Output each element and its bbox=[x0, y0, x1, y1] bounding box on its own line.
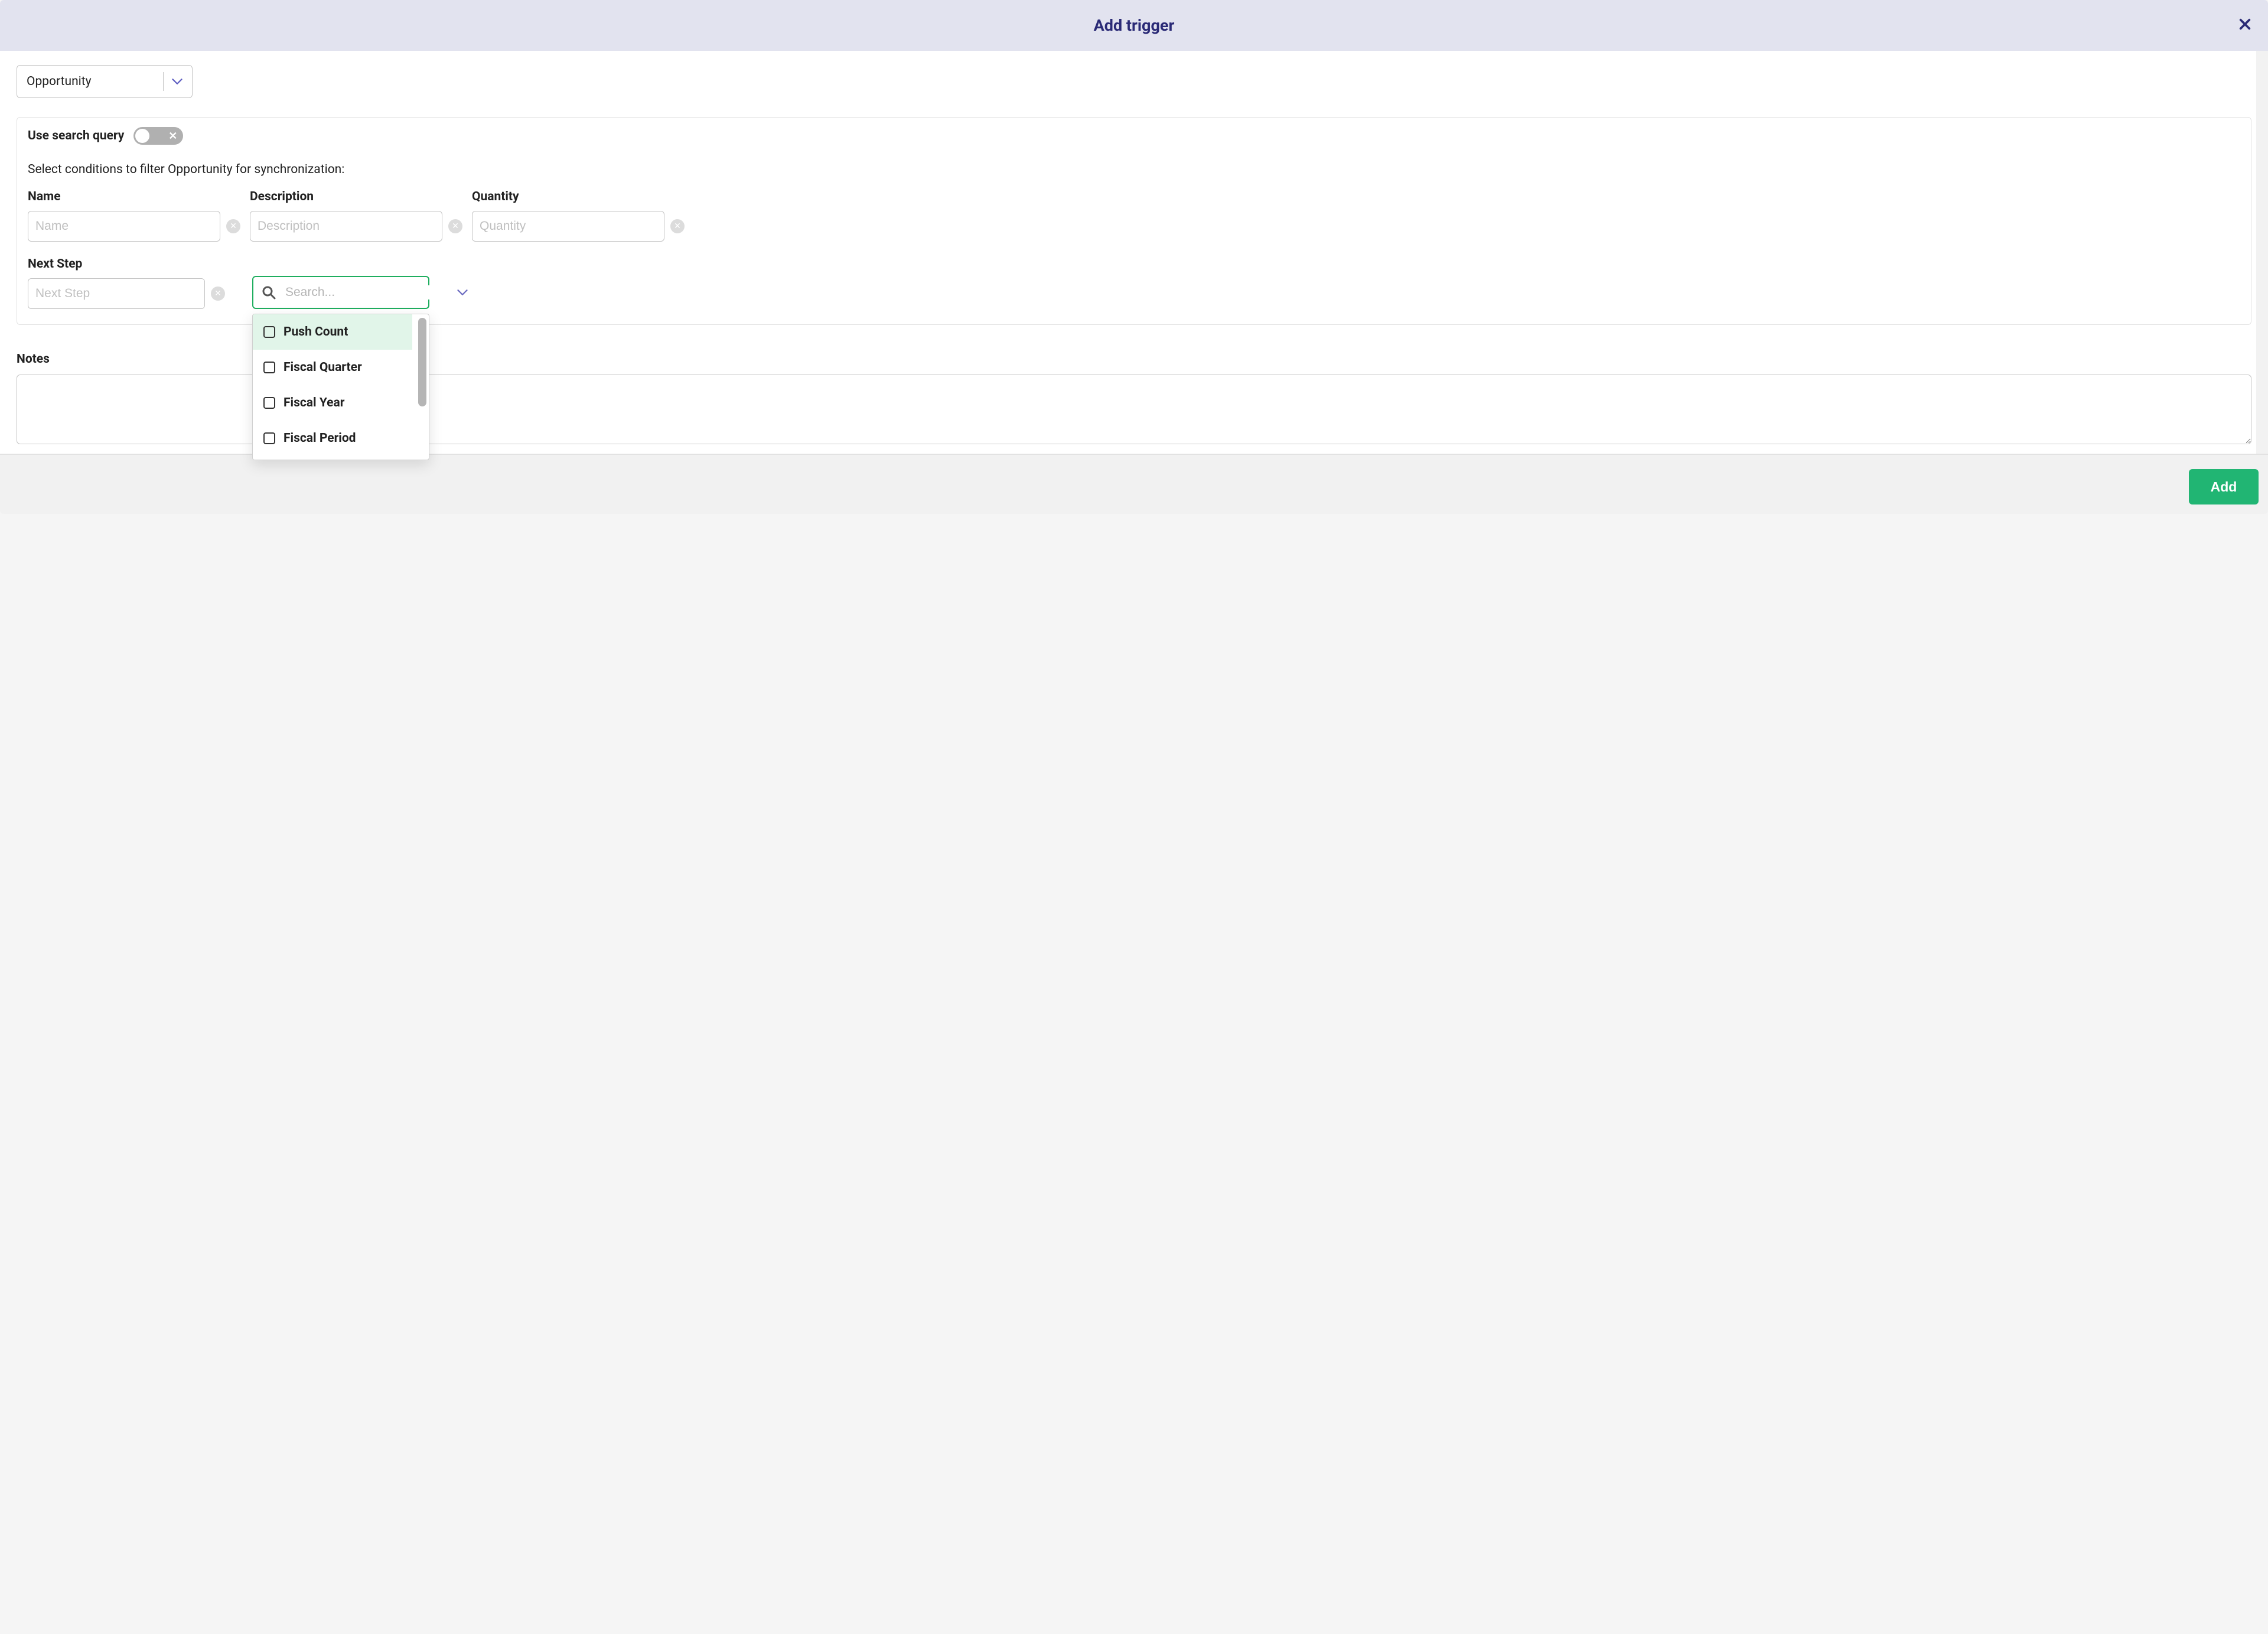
field-search-wrap: Push Count Fiscal Quarter Fiscal Year bbox=[252, 276, 429, 309]
checkbox-icon[interactable] bbox=[263, 397, 275, 409]
body-scrollbar[interactable] bbox=[2256, 51, 2268, 454]
checkbox-icon[interactable] bbox=[263, 326, 275, 338]
toggle-off-icon: ✕ bbox=[168, 130, 177, 142]
field-name: Name ✕ bbox=[28, 190, 240, 242]
dropdown-option[interactable]: Push Count bbox=[253, 314, 412, 350]
field-search-dropdown: Push Count Fiscal Quarter Fiscal Year bbox=[252, 314, 429, 460]
modal-title: Add trigger bbox=[1094, 16, 1175, 35]
add-button[interactable]: Add bbox=[2189, 469, 2259, 504]
clear-name-button[interactable]: ✕ bbox=[226, 219, 240, 233]
field-search-list[interactable]: Push Count Fiscal Quarter Fiscal Year bbox=[253, 314, 429, 460]
checkbox-icon[interactable] bbox=[263, 432, 275, 444]
use-search-toggle[interactable]: ✕ bbox=[133, 127, 183, 145]
close-icon: ✕ bbox=[214, 289, 221, 298]
clear-next-step-button[interactable]: ✕ bbox=[211, 287, 225, 301]
modal-body: Opportunity Use search query ✕ Select co… bbox=[0, 51, 2268, 454]
name-input[interactable] bbox=[28, 211, 220, 242]
field-search-select[interactable] bbox=[252, 276, 429, 309]
close-icon bbox=[2238, 15, 2251, 35]
conditions-instruction: Select conditions to filter Opportunity … bbox=[28, 162, 2240, 177]
field-quantity-label: Quantity bbox=[472, 190, 685, 204]
field-next-step: Next Step ✕ bbox=[28, 257, 225, 309]
object-select[interactable]: Opportunity bbox=[17, 65, 193, 98]
toggle-knob bbox=[135, 129, 149, 143]
next-step-input[interactable] bbox=[28, 278, 205, 309]
dropdown-option-label: Fiscal Period bbox=[284, 431, 356, 445]
fields-grid: Name ✕ Description ✕ bbox=[28, 190, 2240, 242]
object-select-value: Opportunity bbox=[27, 74, 155, 89]
description-input[interactable] bbox=[250, 211, 442, 242]
dropdown-option[interactable]: Fiscal Quarter bbox=[253, 350, 412, 385]
add-trigger-modal: Add trigger Opportunity Use search query… bbox=[0, 0, 2268, 514]
checkbox-icon[interactable] bbox=[263, 362, 275, 373]
field-description: Description ✕ bbox=[250, 190, 462, 242]
quantity-input[interactable] bbox=[472, 211, 664, 242]
close-button[interactable] bbox=[2238, 17, 2251, 34]
close-icon: ✕ bbox=[230, 222, 237, 231]
field-description-label: Description bbox=[250, 190, 462, 204]
close-icon: ✕ bbox=[674, 222, 681, 231]
dropdown-option-label: Push Count bbox=[284, 325, 348, 339]
dropdown-option-label: Fiscal Year bbox=[284, 396, 344, 410]
modal-header: Add trigger bbox=[0, 0, 2268, 51]
search-icon bbox=[262, 285, 276, 300]
field-next-step-label: Next Step bbox=[28, 257, 225, 271]
chevron-down-icon bbox=[171, 75, 184, 88]
dropdown-scrollbar[interactable] bbox=[418, 318, 426, 406]
conditions-panel: Use search query ✕ Select conditions to … bbox=[17, 117, 2251, 325]
next-step-row: Next Step ✕ bbox=[28, 257, 2240, 309]
dropdown-option[interactable]: Fiscal Year bbox=[253, 385, 412, 421]
field-quantity: Quantity ✕ bbox=[472, 190, 685, 242]
field-search-input[interactable] bbox=[285, 285, 445, 300]
close-icon: ✕ bbox=[452, 222, 459, 231]
chevron-down-icon bbox=[457, 286, 468, 299]
field-name-label: Name bbox=[28, 190, 240, 204]
clear-quantity-button[interactable]: ✕ bbox=[670, 219, 685, 233]
use-search-label: Use search query bbox=[28, 129, 124, 143]
use-search-row: Use search query ✕ bbox=[28, 127, 2240, 145]
select-separator bbox=[163, 72, 164, 91]
modal-footer: Add bbox=[0, 454, 2268, 514]
dropdown-option-label: Fiscal Quarter bbox=[284, 360, 362, 375]
dropdown-option[interactable]: Fiscal Period bbox=[253, 421, 412, 456]
clear-description-button[interactable]: ✕ bbox=[448, 219, 462, 233]
